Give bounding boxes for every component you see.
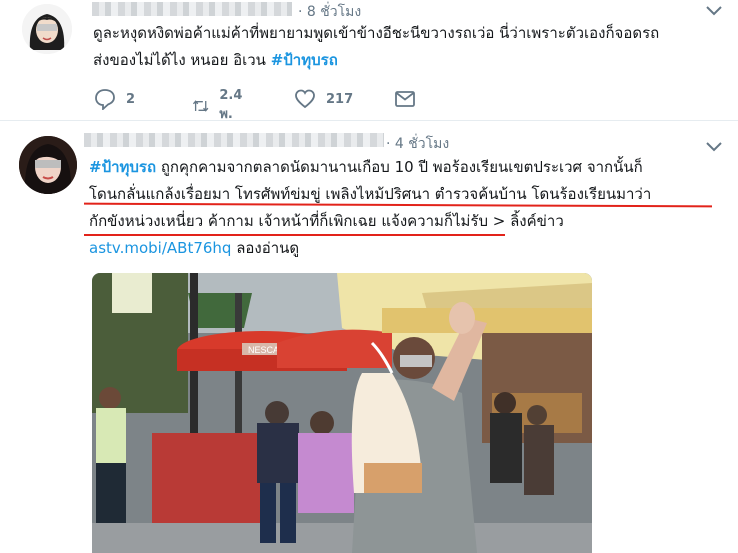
chevron-down-icon[interactable] (704, 4, 724, 18)
user-name-blurred[interactable] (92, 2, 292, 16)
tweet-1[interactable]: · 8 ชั่วโมง ดูละหงุดหงิดพ่อค้าแม่ค้าที่พ… (0, 0, 738, 124)
avatar[interactable] (22, 4, 72, 54)
market-photo-illustration: NESCAFE (92, 273, 592, 553)
retweet-count: 2.4 พ. (219, 88, 243, 122)
tweet-text-line: กักขังหน่วงเหนี่ยว ค้ากาม เจ้าหน้าที่ก็เ… (89, 212, 564, 230)
avatar[interactable] (19, 136, 77, 194)
retweet-icon (192, 100, 209, 112)
hashtag-link[interactable]: #ป้าทุบรถ (89, 158, 156, 176)
like-button[interactable]: 217 (294, 88, 353, 110)
user-name-blurred[interactable] (84, 133, 384, 147)
tweet-text-line: #ป้าทุบรถ ถูกคุกคามจากตลาดนัดมานานเกือบ … (89, 158, 643, 176)
reply-icon (95, 89, 115, 110)
direct-message-button[interactable] (394, 88, 426, 110)
hashtag-link[interactable]: #ป้าทุบรถ (271, 51, 338, 69)
news-link[interactable]: astv.mobi/ABt76hq (89, 239, 231, 257)
tweet-text-line: ดูละหงุดหงิดพ่อค้าแม่ค้าที่พยายามพูดเข้า… (93, 24, 660, 42)
heart-icon (295, 89, 315, 109)
envelope-icon (395, 91, 415, 107)
chevron-down-icon[interactable] (704, 140, 724, 154)
retweet-button[interactable]: 2.4 พ. (192, 88, 249, 124)
tweet-photo[interactable]: NESCAFE (92, 273, 592, 553)
annotation-underline (84, 234, 505, 236)
reply-button[interactable]: 2 (94, 88, 135, 110)
reply-count: 2 (126, 91, 136, 107)
tweet-text-line: ส่งของไม่ได้ไง หนอย อิเวน #ป้าทุบรถ (93, 51, 338, 69)
tweet-text-line: astv.mobi/ABt76hq ลองอ่านดู (89, 239, 300, 257)
like-count: 217 (326, 91, 354, 107)
timestamp[interactable]: · 4 ชั่วโมง (386, 133, 449, 155)
